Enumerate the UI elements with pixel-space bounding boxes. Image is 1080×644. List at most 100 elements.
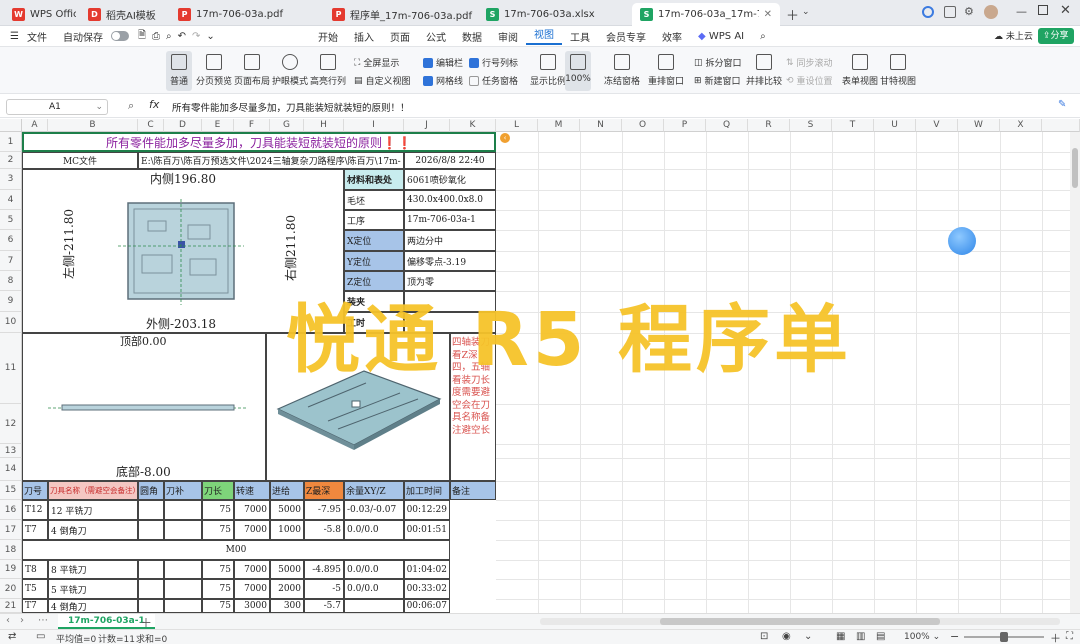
table-cell[interactable]: 00:33:02 [404,579,450,599]
col-header-q[interactable]: Q [706,119,748,132]
page-break-button[interactable]: 分页预览 [196,54,232,87]
table-cell[interactable]: 7000 [234,500,270,520]
table-cell[interactable]: 7000 [234,560,270,579]
row-header-21[interactable]: 21 [0,599,22,613]
formula-ai-icon[interactable]: ✎ [1058,99,1066,110]
zoom-search-icon[interactable]: ⌕ [128,99,134,113]
title-cell[interactable]: 所有零件能加多尽量多加，刀具能装短就装短的原则❗❗ [22,132,496,152]
status-grid-icon[interactable]: ⊡ [760,631,768,642]
menu-data[interactable]: 数据 [454,29,490,44]
table-cell[interactable]: -7.95 [304,500,344,520]
file-menu[interactable]: 文件 [27,29,55,44]
row-header-12[interactable]: 12 [0,404,22,444]
status-doc-icon[interactable]: ▭ [36,631,45,642]
table-cell[interactable]: 0.0/0.0 [344,520,404,540]
sheet-list-icon[interactable]: ⋯ [38,615,48,626]
header-length[interactable]: 刀长 [202,481,234,500]
header-time[interactable]: 加工时间 [404,481,450,500]
table-cell[interactable]: -0.03/-0.07 [344,500,404,520]
table-cell[interactable]: -5.8 [304,520,344,540]
tab-xlsx[interactable]: S 17m-706-03a.xlsx [478,3,628,26]
table-cell[interactable] [164,579,202,599]
table-cell[interactable]: -5.7 [304,599,344,613]
table-row[interactable]: M00 [22,540,450,560]
header-tool-no[interactable]: 刀号 [22,481,48,500]
info-value[interactable]: 430.0x400.0x8.0 [404,190,496,210]
table-cell[interactable] [344,599,404,613]
reset-position-button[interactable]: ⟲ 重设位置 [786,74,833,88]
row-header-15[interactable]: 15 [0,481,22,500]
gridlines-checkbox[interactable]: 网格线 [423,74,463,87]
mc-label-cell[interactable]: MC文件 [22,152,138,169]
col-header-b[interactable]: B [48,119,138,132]
gantt-view-button[interactable]: 甘特视图 [880,54,916,87]
col-header-x[interactable]: X [1000,119,1042,132]
select-all-corner[interactable] [0,119,22,132]
zoom-ratio-button[interactable]: 显示比例 [530,54,566,87]
split-window-button[interactable]: ◫ 拆分窗口 [694,56,742,70]
status-chevron-icon[interactable]: ⌄ [804,631,812,642]
table-cell[interactable]: 4 倒角刀 [48,599,138,613]
print-icon[interactable]: ⎙ [149,31,163,42]
col-header-a[interactable]: A [22,119,48,132]
table-cell[interactable]: 7000 [234,520,270,540]
date-cell[interactable]: 2026/8/8 22:40 [404,152,496,169]
row-header-14[interactable]: 14 [0,458,22,481]
menu-formula[interactable]: 公式 [418,29,454,44]
col-header-h[interactable]: H [304,119,344,132]
table-cell[interactable]: 300 [270,599,304,613]
table-cell[interactable]: 75 [202,599,234,613]
mc-path-cell[interactable]: E:\陈百万\陈百万预选文件\2024三轴复杂刀路程序\陈百万\17m- [138,152,404,169]
info-value[interactable]: 两边分中 [404,230,496,251]
zoom-out-icon[interactable]: − [950,630,959,643]
fullscreen-button[interactable]: ⛶ 全屏显示 [354,56,399,70]
menu-wps-ai[interactable]: ◆ WPS AI [690,31,752,42]
menu-view[interactable]: 视图 [526,27,562,45]
undo-icon[interactable]: ↶ [175,31,189,42]
row-header-17[interactable]: 17 [0,520,22,540]
freeze-panes-button[interactable]: 冻结窗格 [604,54,640,87]
menu-efficiency[interactable]: 效率 [654,29,690,44]
custom-view-button[interactable]: ▤ 自定义视图 [354,74,411,88]
menu-start[interactable]: 开始 [310,29,346,44]
col-header-f[interactable]: F [234,119,270,132]
form-view-button[interactable]: 表单视图 [842,54,878,87]
col-header-s[interactable]: S [790,119,832,132]
tab-wps-office[interactable]: W WPS Office [4,3,76,26]
sheet-nav-prev-icon[interactable]: ‹ [6,615,10,626]
tab-active-sheet[interactable]: S 17m-706-03a_17m-706-0 ✕ [632,3,780,26]
table-cell[interactable]: 4 倒角刀 [48,520,138,540]
new-tab-icon[interactable]: ＋ [786,5,799,24]
search-icon[interactable]: ⌕ [752,31,774,42]
preview-icon[interactable]: ⌕ [163,31,175,42]
table-cell[interactable] [164,560,202,579]
app-icon[interactable] [944,6,956,18]
sync-scroll-button[interactable]: ⇅ 同步滚动 [786,56,833,70]
menu-insert[interactable]: 插入 [346,29,382,44]
formula-input[interactable]: 所有零件能加多尽量多加，刀具能装短就装短的原则！！ [172,100,410,114]
redo-icon[interactable]: ↷ [189,31,203,42]
table-cell[interactable]: 0.0/0.0 [344,579,404,599]
chevron-down-icon[interactable]: ⌄ [802,7,810,17]
table-cell[interactable] [138,500,164,520]
row-header-13[interactable]: 13 [0,444,22,458]
table-cell[interactable]: 75 [202,500,234,520]
share-button[interactable]: ⇪分享 [1038,28,1074,44]
table-cell[interactable]: 3000 [234,599,270,613]
header-remarks[interactable]: 备注 [450,481,496,500]
row-header-20[interactable]: 20 [0,579,22,599]
table-cell[interactable]: T8 [22,560,48,579]
col-header-j[interactable]: J [404,119,450,132]
table-cell[interactable]: 0.0/0.0 [344,560,404,579]
menu-member[interactable]: 会员专享 [598,29,654,44]
row-header-11[interactable]: 11 [0,333,22,404]
status-sum[interactable]: 求和=0 [136,632,167,644]
fit-screen-icon[interactable]: ⛶ [1066,631,1073,642]
table-cell[interactable] [164,599,202,613]
table-cell[interactable]: 7000 [234,579,270,599]
window-close-icon[interactable]: ✕ [1060,3,1071,18]
close-icon[interactable]: ✕ [764,9,772,20]
side-by-side-button[interactable]: 并排比较 [746,54,782,87]
status-page-view-icon[interactable]: ▥ [856,631,865,642]
col-header-u[interactable]: U [874,119,916,132]
